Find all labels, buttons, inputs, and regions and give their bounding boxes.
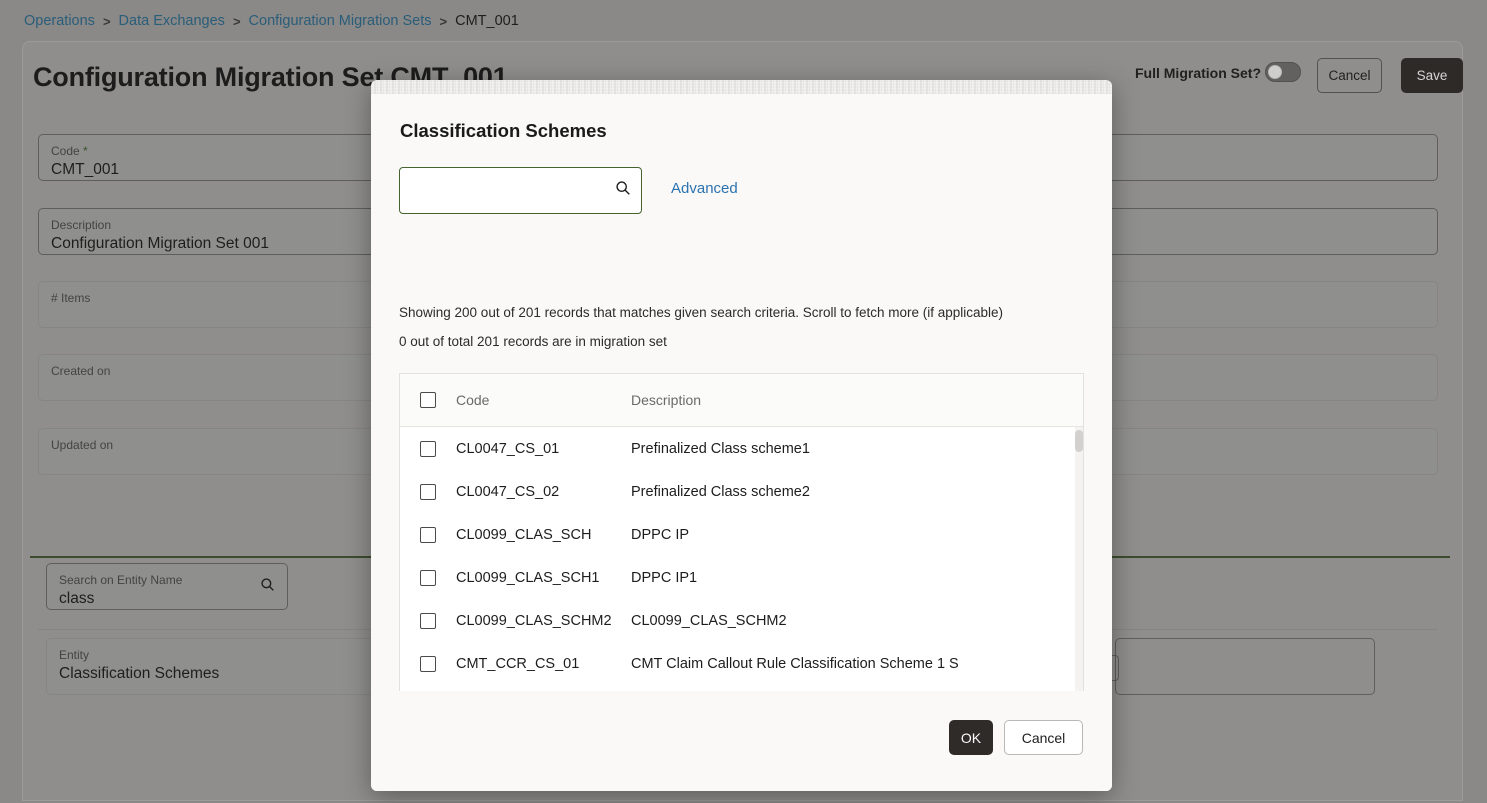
dialog-search-input[interactable]: [412, 182, 615, 199]
dialog-search-box[interactable]: [399, 167, 642, 214]
row-description: Prefinalized Class scheme1: [631, 440, 810, 457]
table-row[interactable]: CL0099_CLAS_SCH1 DPPC IP1: [400, 556, 1083, 599]
row-code: CL0047_CS_02: [456, 483, 560, 500]
dialog-footer: OK Cancel: [371, 691, 1112, 791]
row-select-cell: [400, 612, 456, 629]
row-select-cell: [400, 483, 456, 500]
table-header-row: Code Description: [400, 374, 1083, 427]
dialog-cancel-button[interactable]: Cancel: [1004, 720, 1083, 755]
advanced-search-link[interactable]: Advanced: [671, 180, 738, 197]
row-code: CL0099_CLAS_SCH1: [456, 569, 600, 586]
records-in-migration-set-info: 0 out of total 201 records are in migrat…: [399, 334, 667, 349]
row-select-cell: [400, 569, 456, 586]
row-description: Prefinalized Class scheme2: [631, 483, 810, 500]
row-select-cell: [400, 655, 456, 672]
row-checkbox[interactable]: [420, 483, 436, 500]
select-all-checkbox[interactable]: [420, 392, 436, 408]
row-checkbox[interactable]: [420, 440, 436, 457]
table-row[interactable]: CL0047_CS_02 Prefinalized Class scheme2: [400, 470, 1083, 513]
row-code: CL0047_CS_01: [456, 440, 560, 457]
records-showing-info: Showing 200 out of 201 records that matc…: [399, 305, 1004, 320]
row-description: DPPC IP1: [631, 569, 698, 586]
row-checkbox[interactable]: [420, 569, 436, 586]
dialog-top-texture: [371, 80, 1112, 94]
row-checkbox[interactable]: [420, 612, 436, 629]
row-checkbox[interactable]: [420, 655, 436, 672]
row-checkbox[interactable]: [420, 526, 436, 543]
row-code: CL0099_CLAS_SCHM2: [456, 612, 612, 629]
table-scrollbar-thumb[interactable]: [1075, 430, 1083, 452]
row-select-cell: [400, 440, 456, 457]
row-select-cell: [400, 526, 456, 543]
search-icon[interactable]: [615, 180, 631, 201]
dialog-ok-button[interactable]: OK: [949, 720, 993, 755]
table-row[interactable]: CL0099_CLAS_SCH DPPC IP: [400, 513, 1083, 556]
table-row[interactable]: CL0099_CLAS_SCHM2 CL0099_CLAS_SCHM2: [400, 599, 1083, 642]
dialog-title: Classification Schemes: [400, 120, 607, 141]
classification-schemes-dialog: Classification Schemes Advanced Showing …: [371, 80, 1112, 791]
column-header-description[interactable]: Description: [631, 392, 1083, 408]
row-description: DPPC IP: [631, 526, 690, 543]
row-code: CL0099_CLAS_SCH: [456, 526, 592, 543]
dialog-search-wrapper: [399, 167, 642, 214]
table-row[interactable]: CMT_CCR_CS_01 CMT Claim Callout Rule Clas…: [400, 642, 1083, 685]
row-code: CMT_CCR_CS_01: [456, 655, 580, 672]
row-description: CL0099_CLAS_SCHM2: [631, 612, 787, 629]
column-header-code[interactable]: Code: [456, 392, 631, 408]
row-description: CMT Claim Callout Rule Classification Sc…: [631, 655, 959, 672]
select-all-cell: [400, 392, 456, 408]
table-row[interactable]: CL0047_CS_01 Prefinalized Class scheme1: [400, 427, 1083, 470]
